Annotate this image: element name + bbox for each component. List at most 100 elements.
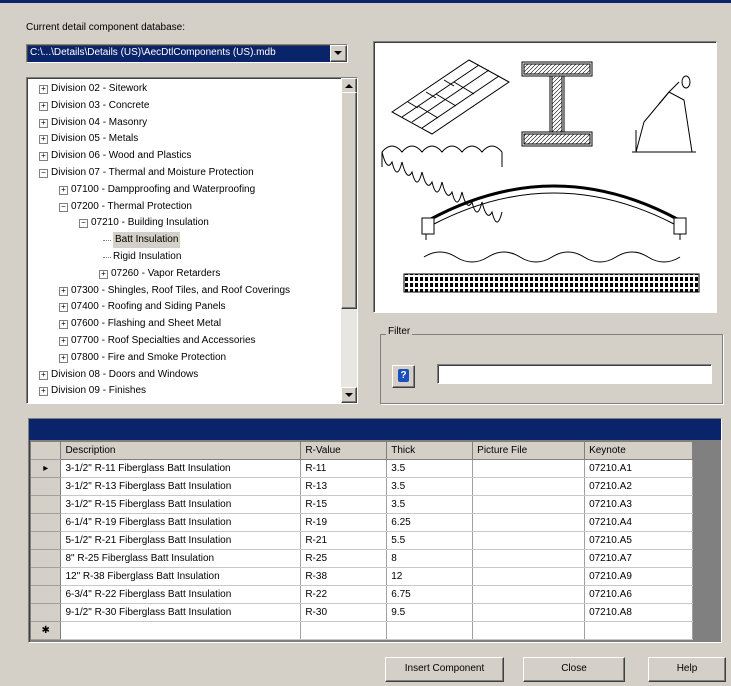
collapse-icon[interactable]: − [79, 219, 88, 229]
close-button[interactable]: Close [523, 657, 625, 682]
filter-help-button[interactable]: ? [392, 365, 415, 388]
picture-file-cell[interactable] [472, 585, 586, 604]
row-selector[interactable] [31, 549, 62, 568]
row-selector[interactable] [31, 513, 62, 532]
row-selector[interactable] [31, 531, 62, 550]
empty-cell[interactable] [584, 621, 693, 640]
keynote-cell[interactable]: 07210.A7 [584, 549, 693, 568]
row-selector[interactable] [31, 495, 62, 514]
expand-icon[interactable]: + [39, 152, 48, 162]
expand-icon[interactable]: + [59, 353, 68, 363]
keynote-cell[interactable]: 07210.A9 [584, 567, 693, 586]
description-cell[interactable]: 9-1/2" R-30 Fiberglass Batt Insulation [60, 603, 302, 622]
r-value-cell[interactable]: R-13 [300, 477, 388, 496]
row-selector[interactable] [31, 567, 62, 586]
expand-icon[interactable]: + [59, 286, 68, 296]
column-header-keynote[interactable]: Keynote [584, 442, 693, 460]
keynote-cell[interactable]: 07210.A1 [584, 459, 693, 478]
row-selector[interactable]: ✱ [31, 621, 62, 640]
empty-cell[interactable] [60, 621, 302, 640]
scroll-thumb[interactable] [341, 92, 357, 309]
r-value-cell[interactable]: R-11 [300, 459, 388, 478]
picture-file-cell[interactable] [472, 531, 586, 550]
expand-icon[interactable]: + [39, 135, 48, 145]
description-cell[interactable]: 3-1/2" R-11 Fiberglass Batt Insulation [60, 459, 302, 478]
expand-icon[interactable]: + [39, 387, 48, 397]
row-selector[interactable]: ▸ [31, 459, 62, 478]
r-value-cell[interactable]: R-15 [300, 495, 388, 514]
thick-cell[interactable]: 9.5 [386, 603, 474, 622]
thick-cell[interactable]: 8 [386, 549, 474, 568]
description-cell[interactable]: 12" R-38 Fiberglass Batt Insulation [60, 567, 302, 586]
table-row[interactable]: 6-3/4" R-22 Fiberglass Batt Insulation R-… [31, 585, 693, 604]
description-cell[interactable]: 6-3/4" R-22 Fiberglass Batt Insulation [60, 585, 302, 604]
collapse-icon[interactable]: − [39, 169, 48, 178]
description-cell[interactable]: 6-1/4" R-19 Fiberglass Batt Insulation [60, 513, 302, 532]
filter-input[interactable] [437, 364, 712, 384]
insert-component-button[interactable]: Insert Component [385, 657, 504, 682]
expand-icon[interactable]: + [59, 320, 68, 330]
description-cell[interactable]: 8" R-25 Fiberglass Batt Insulation [60, 549, 302, 568]
component-table[interactable]: Description R-Value Thick Picture File K… [31, 442, 693, 640]
row-selector[interactable] [31, 585, 62, 604]
expand-icon[interactable]: + [39, 370, 48, 380]
expand-icon[interactable]: + [59, 303, 68, 313]
keynote-cell[interactable]: 07210.A8 [584, 603, 693, 622]
table-row[interactable]: 3-1/2" R-13 Fiberglass Batt Insulation R-… [31, 477, 693, 496]
thick-cell[interactable]: 3.5 [386, 495, 474, 514]
r-value-cell[interactable]: R-21 [300, 531, 388, 550]
r-value-cell[interactable]: R-38 [300, 567, 388, 586]
picture-file-cell[interactable] [472, 459, 586, 478]
empty-cell[interactable] [386, 621, 474, 640]
expand-icon[interactable]: + [59, 185, 68, 195]
keynote-cell[interactable]: 07210.A4 [584, 513, 693, 532]
tree-scrollbar[interactable] [341, 78, 357, 403]
thick-cell[interactable]: 3.5 [386, 477, 474, 496]
scroll-down-button[interactable] [341, 387, 357, 403]
thick-cell[interactable]: 6.25 [386, 513, 474, 532]
r-value-cell[interactable]: R-25 [300, 549, 388, 568]
thick-cell[interactable]: 5.5 [386, 531, 474, 550]
help-button[interactable]: Help [648, 657, 726, 682]
table-row[interactable]: ▸ 3-1/2" R-11 Fiberglass Batt Insulation R… [31, 459, 693, 478]
picture-file-cell[interactable] [472, 495, 586, 514]
r-value-cell[interactable]: R-30 [300, 603, 388, 622]
description-cell[interactable]: 3-1/2" R-13 Fiberglass Batt Insulation [60, 477, 302, 496]
grid-area[interactable]: Description R-Value Thick Picture File K… [31, 442, 693, 642]
dropdown-arrow-button[interactable] [330, 45, 347, 62]
table-row[interactable]: 6-1/4" R-19 Fiberglass Batt Insulation R-… [31, 513, 693, 532]
table-row[interactable]: 8" R-25 Fiberglass Batt Insulation R-25 8 0… [31, 549, 693, 568]
column-header-description[interactable]: Description [60, 442, 302, 460]
component-tree[interactable]: + Division 02 - Sitework + Division 03 - Co… [26, 77, 358, 404]
table-row[interactable]: 5-1/2" R-21 Fiberglass Batt Insulation R-… [31, 531, 693, 550]
keynote-cell[interactable]: 07210.A2 [584, 477, 693, 496]
picture-file-cell[interactable] [472, 513, 586, 532]
table-row[interactable]: 9-1/2" R-30 Fiberglass Batt Insulation R-… [31, 603, 693, 622]
table-row[interactable]: 3-1/2" R-15 Fiberglass Batt Insulation R-… [31, 495, 693, 514]
keynote-cell[interactable]: 07210.A3 [584, 495, 693, 514]
expand-icon[interactable]: + [99, 269, 108, 279]
column-header-r-value[interactable]: R-Value [300, 442, 388, 460]
keynote-cell[interactable]: 07210.A5 [584, 531, 693, 550]
empty-cell[interactable] [300, 621, 388, 640]
new-row[interactable]: ✱ [31, 621, 693, 640]
table-row[interactable]: 12" R-38 Fiberglass Batt Insulation R-38 1… [31, 567, 693, 586]
column-header-picture-file[interactable]: Picture File [472, 442, 586, 460]
thick-cell[interactable]: 3.5 [386, 459, 474, 478]
collapse-icon[interactable]: − [59, 202, 68, 212]
r-value-cell[interactable]: R-19 [300, 513, 388, 532]
picture-file-cell[interactable] [472, 603, 586, 622]
column-header-thick[interactable]: Thick [386, 442, 474, 460]
keynote-cell[interactable]: 07210.A6 [584, 585, 693, 604]
expand-icon[interactable]: + [59, 337, 68, 346]
thick-cell[interactable]: 6.75 [386, 585, 474, 604]
picture-file-cell[interactable] [472, 567, 586, 586]
expand-icon[interactable]: + [39, 118, 48, 128]
empty-cell[interactable] [472, 621, 586, 640]
description-cell[interactable]: 3-1/2" R-15 Fiberglass Batt Insulation [60, 495, 302, 514]
thick-cell[interactable]: 12 [386, 567, 474, 586]
row-selector[interactable] [31, 477, 62, 496]
expand-icon[interactable]: + [39, 101, 48, 111]
expand-icon[interactable]: + [39, 85, 48, 94]
database-dropdown[interactable]: C:\...\Details\Details (US)\AecDtlCompon… [26, 44, 348, 63]
